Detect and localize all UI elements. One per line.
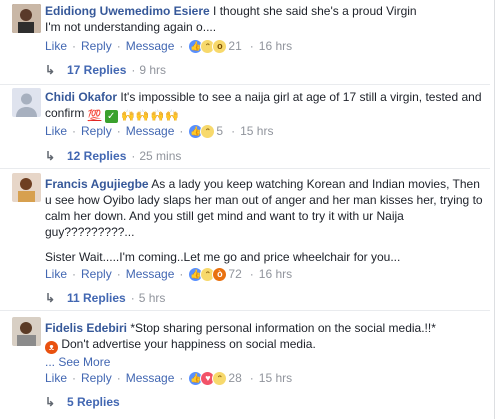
comment-text-line2: Don't advertise your happiness on social… xyxy=(61,337,316,351)
separator: · xyxy=(72,39,77,53)
comment-author[interactable]: Chidi Okafor xyxy=(45,90,117,104)
reply-link[interactable]: Reply xyxy=(81,370,112,386)
raised-hands-emoji-icon: 🙌🙌🙌🙌 xyxy=(121,110,180,122)
separator: · xyxy=(249,39,254,53)
reactions-summary[interactable]: 👍 ᵔ 5 xyxy=(188,123,223,139)
separator: · xyxy=(116,371,121,385)
replies-timestamp: 5 hrs xyxy=(138,291,166,305)
avatar[interactable] xyxy=(12,317,41,346)
view-replies-link[interactable]: ↳ 5 Replies xyxy=(45,394,120,410)
comment-author[interactable]: Edidiong Uwemedimo Esiere xyxy=(45,4,210,18)
devil-emoji-icon: ᴥ xyxy=(45,341,58,354)
message-link[interactable]: Message xyxy=(126,38,175,54)
separator: · xyxy=(116,39,121,53)
angry-reaction-icon: ò xyxy=(212,266,228,282)
comment-text-line2: Sister Wait.....I'm coming..Let me go an… xyxy=(45,250,401,264)
divider xyxy=(0,168,490,169)
separator: · xyxy=(72,124,77,138)
separator: · xyxy=(179,371,184,385)
avatar[interactable] xyxy=(12,4,41,33)
replies-count[interactable]: 11 Replies xyxy=(67,290,126,306)
view-replies-link[interactable]: ↳ 17 Replies · 9 hrs xyxy=(45,62,166,78)
separator: · xyxy=(72,267,77,281)
replies-count[interactable]: 12 Replies xyxy=(67,148,126,164)
separator: · xyxy=(116,124,121,138)
reaction-count: 28 xyxy=(228,371,242,385)
separator: · xyxy=(231,124,236,138)
reactions-summary[interactable]: 👍 ᵔ ò 72 xyxy=(188,266,242,282)
divider xyxy=(0,310,490,311)
comment-text-line2: I'm not understanding again o.... xyxy=(45,20,217,34)
see-more-link[interactable]: ... See More xyxy=(45,355,110,369)
reply-arrow-icon: ↳ xyxy=(45,63,56,77)
reaction-count: 72 xyxy=(228,267,242,281)
separator: · xyxy=(72,371,77,385)
avatar[interactable] xyxy=(12,173,41,202)
separator: · xyxy=(249,267,254,281)
comment-timestamp[interactable]: 15 hrs xyxy=(240,123,273,139)
haha-reaction-icon: ᵔ xyxy=(200,123,216,139)
comment-timestamp[interactable]: 15 hrs xyxy=(259,370,292,386)
divider xyxy=(0,84,490,85)
view-replies-link[interactable]: ↳ 12 Replies · 25 mins xyxy=(45,148,181,164)
like-link[interactable]: Like xyxy=(45,370,67,386)
avatar[interactable] xyxy=(12,88,41,117)
separator: · xyxy=(131,149,136,163)
reaction-count: 21 xyxy=(228,39,242,53)
replies-timestamp: 25 mins xyxy=(139,149,182,163)
separator: · xyxy=(116,267,121,281)
reply-link[interactable]: Reply xyxy=(81,38,112,54)
comment-text: *Stop sharing personal information on th… xyxy=(130,321,436,335)
haha-reaction-icon: ᵔ xyxy=(212,370,228,386)
reactions-summary[interactable]: 👍 ᵔ o 21 xyxy=(188,38,242,54)
comment-text: I thought she said she's a proud Virgin xyxy=(213,4,417,18)
comment-author[interactable]: Fidelis Edebiri xyxy=(45,321,127,335)
message-link[interactable]: Message xyxy=(126,123,175,139)
separator: · xyxy=(131,63,136,77)
comments-panel: Edidiong Uwemedimo Esiere I thought she … xyxy=(0,0,495,419)
separator: · xyxy=(179,39,184,53)
comment-timestamp[interactable]: 16 hrs xyxy=(259,266,292,282)
reactions-summary[interactable]: 👍 ♥ ᵔ 28 xyxy=(188,370,242,386)
separator: · xyxy=(130,291,135,305)
message-link[interactable]: Message xyxy=(126,370,175,386)
comment-author[interactable]: Francis Agujiegbe xyxy=(45,177,149,191)
hundred-emoji-icon: 💯 xyxy=(87,110,102,122)
wow-reaction-icon: o xyxy=(212,38,228,54)
reaction-count: 5 xyxy=(216,124,224,138)
replies-timestamp: 9 hrs xyxy=(139,63,167,77)
separator: · xyxy=(179,267,184,281)
like-link[interactable]: Like xyxy=(45,38,67,54)
view-replies-link[interactable]: ↳ 11 Replies · 5 hrs xyxy=(45,290,165,306)
check-mark-emoji-icon: ✓ xyxy=(104,110,118,123)
separator: · xyxy=(249,371,254,385)
reply-link[interactable]: Reply xyxy=(81,123,112,139)
message-link[interactable]: Message xyxy=(126,266,175,282)
replies-count[interactable]: 17 Replies xyxy=(67,62,126,78)
replies-count[interactable]: 5 Replies xyxy=(67,394,120,410)
separator: · xyxy=(179,124,184,138)
reply-arrow-icon: ↳ xyxy=(45,149,56,163)
like-link[interactable]: Like xyxy=(45,266,67,282)
comment-timestamp[interactable]: 16 hrs xyxy=(259,38,292,54)
like-link[interactable]: Like xyxy=(45,123,67,139)
reply-arrow-icon: ↳ xyxy=(45,395,56,409)
reply-arrow-icon: ↳ xyxy=(45,291,56,305)
reply-link[interactable]: Reply xyxy=(81,266,112,282)
